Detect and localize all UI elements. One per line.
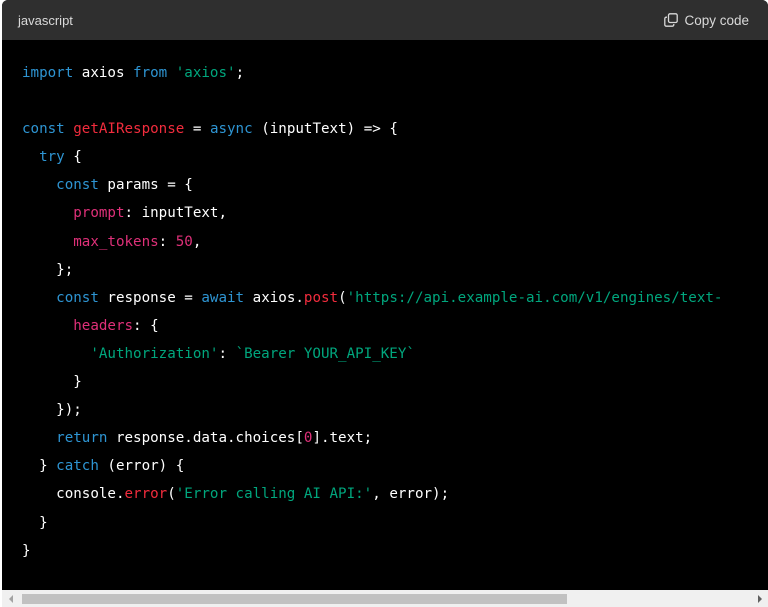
code-line: const params = { — [22, 171, 722, 199]
code-line: }); — [22, 396, 722, 424]
code-content: import axios from 'axios'; const getAIRe… — [22, 59, 722, 565]
code-token: response = — [98, 289, 202, 306]
code-line: } — [22, 509, 722, 537]
code-token: : inputText, — [124, 205, 228, 222]
code-token: const — [56, 289, 99, 306]
code-token: ( — [167, 486, 176, 503]
copy-icon — [664, 13, 679, 27]
code-token: import — [22, 65, 74, 81]
code-token: headers — [73, 317, 134, 334]
code-line: try { — [22, 143, 722, 171]
code-line: }; — [22, 256, 722, 284]
code-token: getAIResponse — [73, 121, 185, 138]
code-token: : — [158, 233, 176, 250]
code-token: } — [22, 542, 31, 559]
code-block: javascript Copy code import axios from '… — [2, 0, 768, 607]
code-token: try — [39, 149, 65, 166]
code-token: , error); — [372, 486, 450, 503]
copy-code-label: Copy code — [684, 12, 749, 28]
code-token: (inputText) => { — [252, 121, 398, 138]
code-token: , — [192, 233, 202, 250]
code-line: import axios from 'axios'; — [22, 59, 722, 87]
code-token: ; — [235, 65, 245, 81]
code-token: = — [184, 121, 210, 138]
code-token: 'axios' — [175, 65, 236, 81]
code-token: prompt — [73, 205, 125, 222]
code-area[interactable]: import axios from 'axios'; const getAIRe… — [2, 40, 768, 590]
code-token: axios — [73, 65, 134, 81]
language-label: javascript — [18, 12, 73, 28]
copy-code-button[interactable]: Copy code — [664, 13, 749, 28]
code-line: max_tokens: 50, — [22, 228, 722, 256]
code-token: ].text; — [312, 430, 373, 447]
code-token: 'Error calling AI API:' — [175, 486, 373, 503]
code-token: max_tokens — [73, 233, 159, 250]
code-line: const getAIResponse = async (inputText) … — [22, 115, 722, 143]
code-token: }; — [22, 261, 74, 278]
code-block-header: javascript Copy code — [2, 0, 768, 40]
code-token: axios. — [244, 289, 304, 306]
horizontal-scrollbar[interactable] — [2, 590, 768, 607]
code-token: { — [64, 149, 82, 166]
code-line: } catch (error) { — [22, 452, 722, 480]
code-token: 'https://api.example-ai.com/v1/engines/t… — [346, 289, 723, 306]
code-token: } — [22, 514, 48, 531]
code-line: return response.data.choices[0].text; — [22, 424, 722, 452]
scrollbar-thumb[interactable] — [22, 594, 567, 604]
code-token: }); — [22, 402, 82, 419]
code-token: } — [22, 458, 57, 475]
code-token: 'Authorization' — [90, 345, 219, 362]
code-line: } — [22, 537, 722, 565]
code-token: const — [56, 177, 99, 194]
code-token: return — [56, 430, 108, 447]
code-token: await — [201, 289, 245, 306]
code-token: } — [22, 374, 82, 391]
scroll-left-arrow-icon[interactable] — [2, 590, 19, 607]
code-token: ( — [338, 289, 347, 306]
code-token: : { — [133, 317, 159, 334]
code-token: 50 — [175, 233, 193, 250]
code-line: console.error('Error calling AI API:', e… — [22, 480, 722, 508]
code-token: from — [133, 65, 168, 81]
code-token: response.data.choices[ — [107, 430, 304, 447]
code-token: catch — [56, 458, 99, 475]
code-block-frame: javascript Copy code import axios from '… — [0, 0, 768, 607]
code-token: `Bearer YOUR_API_KEY` — [235, 345, 415, 362]
code-line: prompt: inputText, — [22, 199, 722, 227]
code-token: error — [124, 486, 168, 503]
code-token: : — [218, 345, 236, 362]
code-token: async — [209, 121, 253, 138]
code-token: console. — [22, 486, 125, 503]
code-line: 'Authorization': `Bearer YOUR_API_KEY` — [22, 340, 722, 368]
scroll-right-arrow-icon[interactable] — [751, 590, 768, 607]
code-token: post — [303, 289, 339, 306]
code-line: const response = await axios.post('https… — [22, 284, 722, 312]
code-token: const — [22, 121, 65, 138]
code-token: params = { — [98, 177, 193, 194]
code-token: (error) { — [98, 458, 185, 475]
code-line: headers: { — [22, 312, 722, 340]
code-line: } — [22, 368, 722, 396]
